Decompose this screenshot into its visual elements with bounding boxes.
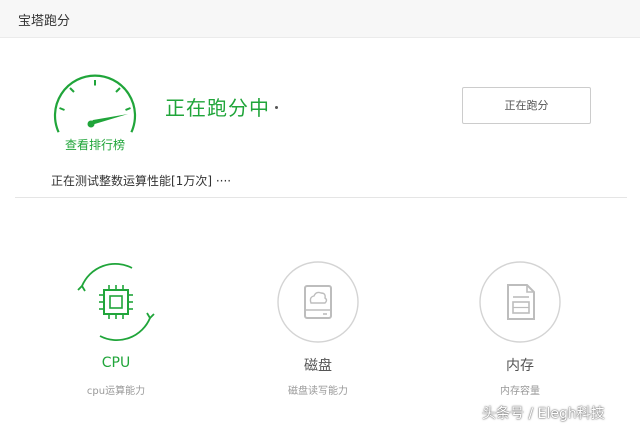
watermark: 头条号 / Elegh科技 xyxy=(482,406,605,422)
window-title: 宝塔跑分 xyxy=(18,14,71,29)
item-desc-memory: 内存容量 xyxy=(500,386,540,397)
progress-text: 正在测试整数运算性能[1万次] ···· xyxy=(51,174,232,188)
benchmark-item-disk: 磁盘 磁盘读写能力 xyxy=(253,260,383,400)
item-desc-cpu: cpu运算能力 xyxy=(86,386,146,397)
benchmark-item-memory: 内存 内存容量 xyxy=(455,260,585,400)
leaderboard-gauge[interactable]: 查看排行榜 xyxy=(50,74,140,156)
benchmark-item-cpu: CPU cpu运算能力 xyxy=(51,260,181,400)
item-title-cpu: CPU xyxy=(101,355,131,371)
item-title-memory: 内存 xyxy=(506,358,534,374)
cpu-chip-icon xyxy=(77,263,155,341)
run-benchmark-button[interactable]: 正在跑分 xyxy=(462,87,591,124)
cpu-circle xyxy=(74,260,158,344)
memory-document-icon xyxy=(479,261,561,343)
leaderboard-link[interactable]: 查看排行榜 xyxy=(50,136,140,153)
item-title-disk: 磁盘 xyxy=(304,358,332,374)
divider xyxy=(15,197,627,198)
status-heading: 正在跑分中 xyxy=(165,96,270,120)
benchmark-window: 宝塔跑分 查看排行榜 正在跑分中 正在跑分 正在测试整数运算性能[1万次] ··… xyxy=(0,0,640,430)
disk-icon xyxy=(277,261,359,343)
item-desc-disk: 磁盘读写能力 xyxy=(288,386,348,397)
disk-circle xyxy=(276,260,360,344)
loading-dot xyxy=(275,106,278,109)
title-bar: 宝塔跑分 xyxy=(0,0,640,38)
speedometer-icon xyxy=(53,74,137,133)
memory-circle xyxy=(478,260,562,344)
